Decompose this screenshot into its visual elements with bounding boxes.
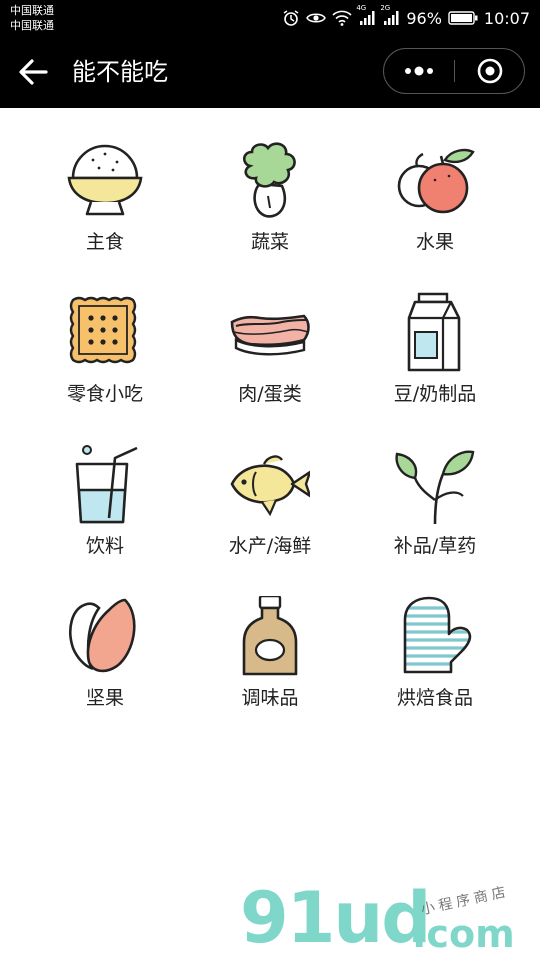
category-dairy[interactable]: 豆/奶制品 xyxy=(345,260,525,412)
biscuit-icon xyxy=(69,296,137,364)
category-label: 调味品 xyxy=(241,687,299,709)
category-label: 零食小吃 xyxy=(66,383,143,405)
category-herbal[interactable]: 补品/草药 xyxy=(345,412,525,564)
category-label: 蔬菜 xyxy=(250,231,289,253)
herb-leaf-icon xyxy=(395,450,475,524)
signal-4g-label: 4G xyxy=(356,4,367,12)
category-bakery[interactable]: 烘焙食品 xyxy=(345,564,525,716)
carrier-label-1: 中国联通 xyxy=(10,4,54,17)
category-seafood[interactable]: 水产/海鲜 xyxy=(180,412,360,564)
more-button[interactable] xyxy=(384,49,454,93)
category-label: 主食 xyxy=(85,231,124,253)
eye-icon xyxy=(306,11,327,25)
category-label: 水果 xyxy=(415,231,454,253)
category-label: 饮料 xyxy=(85,535,124,557)
milk-carton-icon xyxy=(407,292,461,372)
category-label: 肉/蛋类 xyxy=(238,383,302,405)
drink-cup-icon xyxy=(75,445,138,524)
category-staple[interactable]: 主食 xyxy=(15,108,195,260)
signal-2g-label: 2G xyxy=(380,4,391,12)
carrier-label-2: 中国联通 xyxy=(10,19,54,32)
arrow-left-icon xyxy=(19,59,48,85)
more-dots-icon xyxy=(405,66,433,76)
vegetable-icon xyxy=(242,142,296,218)
nav-bar: 能不能吃 xyxy=(0,36,540,108)
target-close-icon xyxy=(477,58,503,84)
back-button[interactable] xyxy=(16,54,56,90)
battery-percent: 96% xyxy=(406,8,442,28)
page-title: 能不能吃 xyxy=(72,58,168,86)
category-fruit[interactable]: 水果 xyxy=(345,108,525,260)
oven-mitt-icon xyxy=(403,596,472,674)
category-label: 水产/海鲜 xyxy=(228,535,312,557)
category-seasoning[interactable]: 调味品 xyxy=(180,564,360,716)
category-vegetable[interactable]: 蔬菜 xyxy=(180,108,360,260)
status-icons: 4G 2G 96% 10:07 xyxy=(282,4,530,28)
close-button[interactable] xyxy=(456,49,524,93)
nut-icon xyxy=(69,598,136,673)
fish-icon xyxy=(230,455,310,517)
status-bar: 中国联通 中国联通 4G 2G 96% 10:07 xyxy=(0,0,540,36)
category-label: 豆/奶制品 xyxy=(393,383,477,405)
watermark-brand: 91ud xyxy=(240,877,431,959)
signal-2g-icon: 2G xyxy=(380,4,400,26)
battery-icon xyxy=(448,10,478,26)
category-label: 补品/草药 xyxy=(393,535,477,557)
fruit-icon xyxy=(397,148,475,214)
category-nuts[interactable]: 坚果 xyxy=(15,564,195,716)
mini-program-capsule xyxy=(383,48,525,94)
sauce-bottle-icon xyxy=(242,596,298,676)
category-drink[interactable]: 饮料 xyxy=(15,412,195,564)
signal-4g-icon: 4G xyxy=(356,4,376,26)
rice-bowl-icon xyxy=(67,144,143,216)
wifi-icon xyxy=(332,10,352,26)
alarm-icon xyxy=(282,9,300,27)
category-label: 烘焙食品 xyxy=(396,687,473,709)
clock: 10:07 xyxy=(483,8,530,28)
meat-icon xyxy=(230,314,310,356)
category-meat-egg[interactable]: 肉/蛋类 xyxy=(180,260,360,412)
watermark-domain: .com xyxy=(412,912,515,956)
capsule-divider xyxy=(454,60,455,82)
category-snack[interactable]: 零食小吃 xyxy=(15,260,195,412)
category-label: 坚果 xyxy=(85,687,124,709)
